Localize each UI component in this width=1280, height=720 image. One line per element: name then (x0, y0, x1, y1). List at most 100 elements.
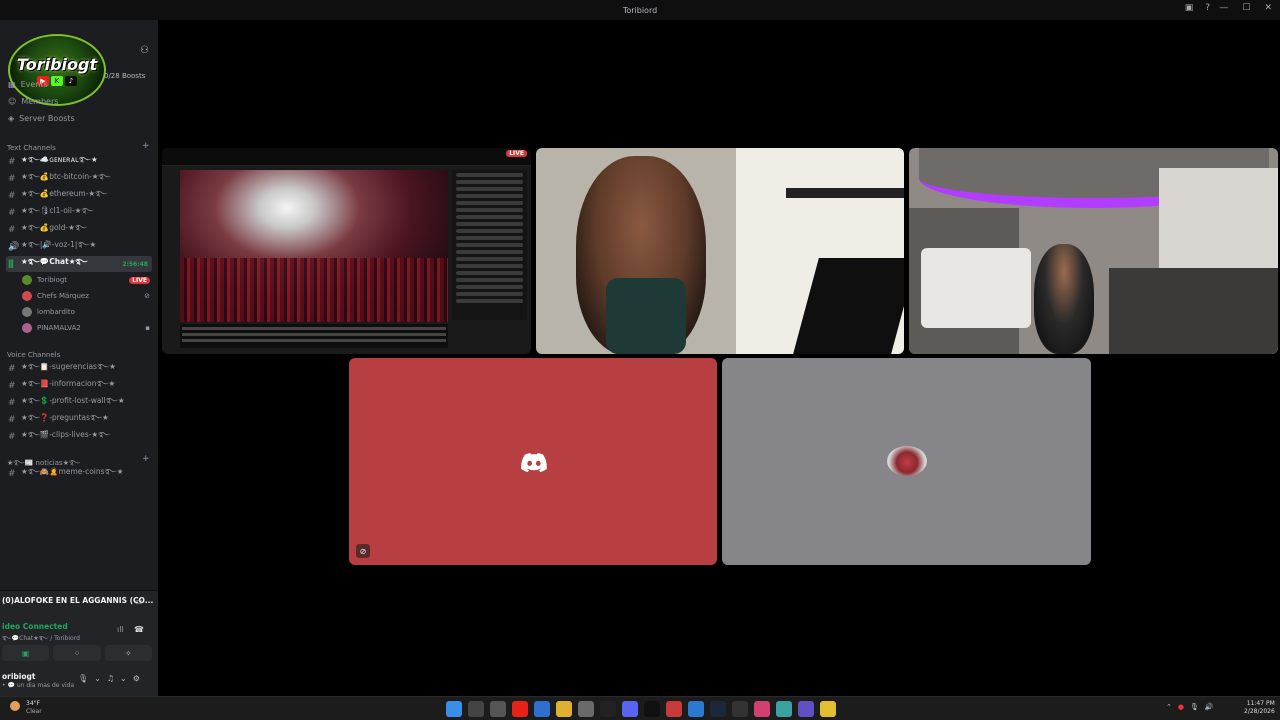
app-icon[interactable] (732, 701, 748, 717)
windows-taskbar: 34°F Clear ⌃ ● 🎙 🔊 11:47 PM 2/28/2026 (0, 696, 1280, 720)
server-logo[interactable]: Toribiogt ▶ K ♪ (8, 34, 106, 106)
taskbar-apps (446, 701, 836, 717)
app-icon[interactable] (776, 701, 792, 717)
mic-muted-icon: ⊘ (356, 544, 370, 558)
task-view-icon[interactable] (490, 701, 506, 717)
mic-muted-icon: ⊘ (144, 292, 150, 300)
app-icon[interactable] (666, 701, 682, 717)
voice-member[interactable]: Chefs Márquez ⊘ (22, 289, 150, 303)
menu-boosts-label: Server Boosts (19, 114, 75, 123)
soundboard-button[interactable]: ✧ (104, 645, 152, 661)
clock-time: 11:47 PM (1246, 700, 1275, 707)
hash-icon: # (8, 415, 16, 425)
crowd-image (180, 258, 448, 322)
avatar (22, 275, 32, 285)
activities-button[interactable]: ⁘ (53, 645, 101, 661)
hash-icon: # (8, 398, 16, 408)
minimize-button[interactable]: — (1219, 3, 1228, 13)
avatar (887, 446, 927, 476)
channel-label: ★࿐💬Chat★࿐ (21, 256, 88, 266)
start-icon[interactable] (446, 701, 462, 717)
tiktok-icon[interactable] (644, 701, 660, 717)
app-icon[interactable] (798, 701, 814, 717)
phone-image (606, 278, 686, 354)
mic-icon[interactable]: 🎙 (1190, 703, 1199, 711)
person-image (1034, 244, 1094, 354)
avatar (22, 307, 32, 317)
hash-icon: # (8, 191, 16, 201)
speaker-icon: 🔊 (8, 242, 20, 252)
chevron-down-icon[interactable]: ⌄ (120, 674, 127, 683)
discord-logo-icon (521, 453, 547, 472)
app-icon[interactable] (688, 701, 704, 717)
channel-clips[interactable]: # ★࿐🎬-clips-lives-★࿐ (6, 429, 152, 445)
tradingview-icon[interactable] (600, 701, 616, 717)
add-channel-icon[interactable]: + (142, 141, 150, 151)
stream-title[interactable]: (0)ALOFOKE EN EL AGGANNIS (CO... (2, 596, 153, 605)
add-channel-icon[interactable]: + (142, 454, 150, 464)
camera-button[interactable]: ▣ (2, 645, 50, 661)
voice-member[interactable]: PINAMALVA2 ▪ (22, 321, 150, 335)
desk-area (1109, 268, 1278, 354)
edge-icon[interactable] (534, 701, 550, 717)
search-icon[interactable] (468, 701, 484, 717)
camera-tile-user2[interactable] (909, 148, 1278, 354)
chevron-down-icon[interactable]: ⌄ (94, 674, 101, 683)
channel-meme-coins[interactable]: # ★࿐🙈🙎meme-coins࿐★ (6, 466, 152, 482)
signal-icon[interactable]: ıll (117, 625, 124, 634)
channel-chat-active[interactable]: ǁ ★࿐💬Chat★࿐ 2:56:48 (6, 256, 152, 272)
store-icon[interactable] (578, 701, 594, 717)
member-name: PINAMALVA2 (37, 324, 81, 332)
live-chat-panel (452, 170, 527, 320)
browser-toolbar (162, 148, 531, 166)
server-boosts-count[interactable]: 0/28 Boosts (104, 72, 145, 80)
menu-members[interactable]: ☺ Members (8, 97, 58, 106)
invite-icon[interactable]: ⚇ (140, 45, 149, 56)
boost-icon: ◈ (8, 114, 15, 123)
stream-tile-screen[interactable]: LIVE (162, 148, 531, 354)
voice-stage: LIVE ⊘ (158, 20, 1280, 696)
live-badge: LIVE (506, 150, 527, 157)
volume-icon[interactable]: 🔊 (1205, 703, 1214, 711)
youtube-icon[interactable] (512, 701, 528, 717)
discord-icon[interactable] (622, 701, 638, 717)
file-explorer-icon[interactable] (556, 701, 572, 717)
shelf (786, 188, 904, 198)
avatar (22, 291, 32, 301)
headphones-icon[interactable]: ♫ (107, 674, 114, 683)
hash-icon: # (8, 381, 16, 391)
menu-server-boosts[interactable]: ◈ Server Boosts (8, 114, 75, 123)
tiktok-icon: ♪ (65, 75, 77, 86)
record-icon[interactable]: ● (1178, 703, 1184, 711)
settings-gear-icon[interactable]: ⚙ (133, 674, 140, 683)
username[interactable]: oribiogt (2, 672, 35, 681)
close-button[interactable]: ✕ (1264, 3, 1272, 13)
camera-icon: ▪ (145, 324, 150, 332)
chrome-icon[interactable] (820, 701, 836, 717)
help-icon[interactable]: ? (1205, 3, 1210, 13)
voice-member[interactable]: Toribiogt LIVE (22, 273, 150, 287)
participant-tile-discord[interactable]: ⊘ (349, 358, 717, 565)
hash-icon: # (8, 225, 16, 235)
chevron-up-icon[interactable]: ⌃ (1166, 703, 1172, 711)
camera-tile-user1[interactable] (536, 148, 904, 354)
hash-icon: # (8, 157, 16, 167)
disconnect-icon[interactable]: ☎ (134, 625, 144, 634)
mic-icon[interactable]: 🎙 (78, 674, 88, 683)
clock[interactable]: 11:47 PM 2/28/2026 (1244, 700, 1275, 716)
menu-events[interactable]: ▦ Events (8, 80, 48, 89)
user-panel: oribiogt • 💬 un dia mas de vida 🎙 ⌄ ♫ ⌄ … (0, 668, 158, 696)
menu-members-label: Members (21, 97, 59, 106)
system-tray[interactable]: ⌃ ● 🎙 🔊 (1166, 703, 1214, 711)
tiktok-studio-icon[interactable] (754, 701, 770, 717)
steam-icon[interactable] (710, 701, 726, 717)
members-icon: ☺ (8, 97, 17, 106)
voice-icon: ǁ (8, 259, 14, 269)
call-timer: 2:56:48 (122, 260, 148, 268)
maximize-button[interactable]: ☐ (1242, 3, 1250, 13)
inbox-icon[interactable]: ▣ (1185, 3, 1194, 13)
voice-member[interactable]: lombardito (22, 305, 150, 319)
screen-share-icon[interactable]: ▭ (135, 597, 143, 606)
participant-tile-avatar[interactable] (722, 358, 1091, 565)
channel-label: ★࿐🎬-clips-lives-★࿐ (21, 429, 111, 439)
